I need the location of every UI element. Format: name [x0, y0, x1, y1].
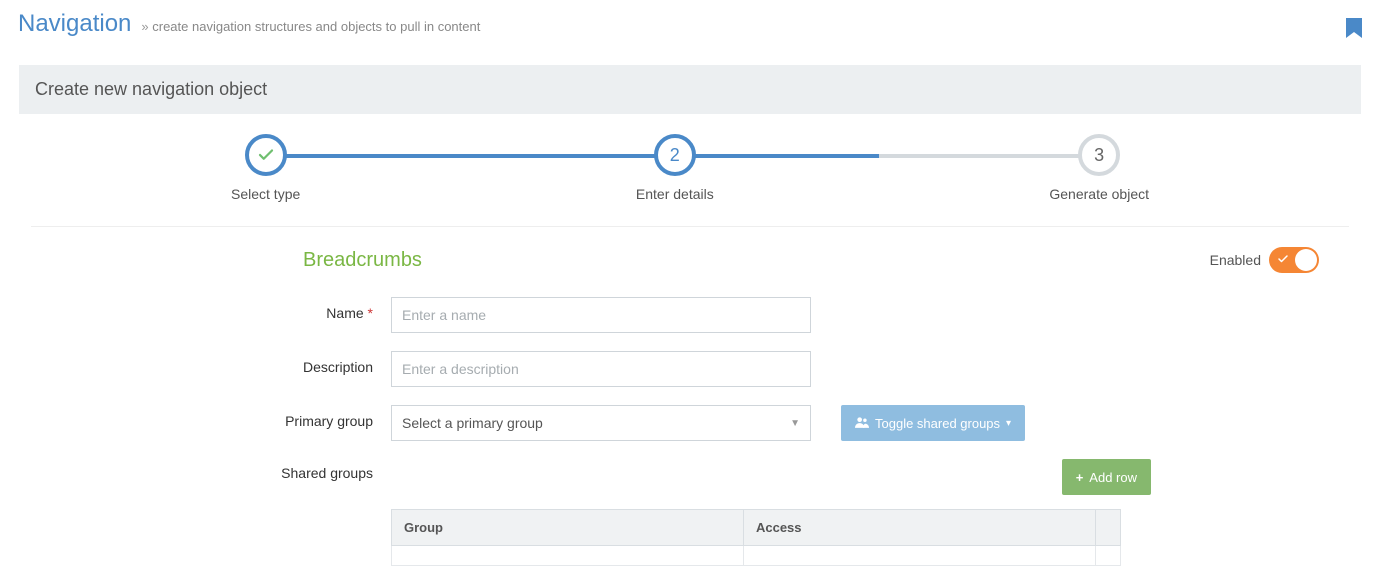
required-indicator: *: [368, 305, 373, 321]
wizard-step-number: 2: [654, 134, 696, 176]
bookmark-icon[interactable]: [1346, 18, 1362, 43]
table-header-group: Group: [392, 510, 744, 546]
wizard-step-number: 3: [1078, 134, 1120, 176]
wizard-step-select-type[interactable]: Select type: [231, 134, 300, 202]
create-panel: Create new navigation object Select type…: [18, 64, 1362, 585]
panel-title: Create new navigation object: [19, 65, 1361, 114]
add-row-button[interactable]: + Add row: [1062, 459, 1151, 495]
shared-groups-table: Group Access: [391, 509, 1121, 566]
chevron-down-icon: ▾: [1006, 418, 1011, 429]
page-header: Navigation create navigation structures …: [18, 10, 1362, 38]
description-label: Description: [61, 351, 391, 375]
wizard-step-enter-details[interactable]: 2 Enter details: [636, 134, 714, 202]
toggle-knob: [1295, 249, 1317, 271]
check-icon: [245, 134, 287, 176]
object-type-heading: Breadcrumbs: [303, 249, 422, 272]
name-input[interactable]: [391, 297, 811, 333]
description-input[interactable]: [391, 351, 811, 387]
wizard-step-label: Select type: [231, 186, 300, 202]
plus-icon: +: [1076, 470, 1084, 485]
check-icon: [1277, 253, 1289, 268]
toggle-shared-groups-button[interactable]: Toggle shared groups ▾: [841, 405, 1025, 441]
wizard-step-label: Generate object: [1049, 186, 1149, 202]
wizard-step-label: Enter details: [636, 186, 714, 202]
primary-group-select[interactable]: Select a primary group ▼: [391, 405, 811, 441]
primary-group-label: Primary group: [61, 405, 391, 429]
enabled-label: Enabled: [1210, 252, 1261, 268]
shared-groups-label: Shared groups: [61, 459, 391, 481]
wizard-step-generate-object[interactable]: 3 Generate object: [1049, 134, 1149, 202]
table-header-actions: [1095, 510, 1120, 546]
page-title: Navigation: [18, 10, 131, 38]
enabled-toggle[interactable]: [1269, 247, 1319, 273]
name-label: Name *: [61, 297, 391, 321]
wizard-steps: Select type 2 Enter details 3 Generate o…: [31, 134, 1349, 202]
people-icon: [855, 416, 869, 431]
page-subtitle: create navigation structures and objects…: [141, 19, 480, 34]
chevron-down-icon: ▼: [790, 418, 800, 429]
select-placeholder: Select a primary group: [402, 415, 543, 431]
table-row: [392, 546, 1121, 566]
table-header-access: Access: [743, 510, 1095, 546]
